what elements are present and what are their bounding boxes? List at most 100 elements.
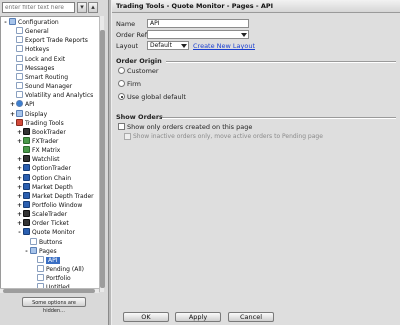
- order-origin-separator: [166, 61, 396, 63]
- tree-item[interactable]: + ScaleTrader: [16, 210, 67, 219]
- tree-item-label: FXTrader: [32, 137, 59, 145]
- tree-item-label: Sound Manager: [25, 83, 73, 91]
- expand-icon[interactable]: +: [16, 174, 23, 183]
- tree-item[interactable]: Pending (All): [30, 265, 84, 274]
- expand-icon[interactable]: +: [16, 210, 23, 219]
- name-field[interactable]: API: [147, 19, 249, 28]
- show-only-created-label[interactable]: Show only orders created on this page: [127, 123, 252, 131]
- tree-item[interactable]: + Order Ticket: [16, 219, 69, 228]
- filter-input[interactable]: [2, 2, 75, 13]
- apply-button[interactable]: Apply: [175, 312, 221, 322]
- collapse-all-icon[interactable]: ▴: [88, 2, 98, 13]
- layout-label: Layout: [116, 42, 139, 50]
- tree-item[interactable]: + Portfolio Window: [16, 201, 82, 210]
- page-icon: [16, 91, 23, 99]
- chart-icon: [23, 136, 30, 144]
- expand-icon[interactable]: +: [9, 110, 16, 119]
- create-new-layout-link[interactable]: Create New Layout: [193, 42, 255, 50]
- tree-item[interactable]: + BookTrader: [16, 127, 66, 137]
- tree-item[interactable]: + Market Depth: [16, 182, 73, 192]
- expand-icon[interactable]: +: [16, 155, 23, 164]
- tree-item[interactable]: - Configuration: [2, 18, 59, 27]
- tree-item[interactable]: + Market Depth Trader: [16, 191, 94, 201]
- page-icon: [37, 274, 44, 282]
- tree-item-label: Smart Routing: [25, 73, 69, 81]
- collapse-icon[interactable]: -: [23, 247, 30, 256]
- tree-horizontal-scrollbar[interactable]: [0, 288, 99, 293]
- show-inactive-checkbox[interactable]: [124, 133, 131, 140]
- tree-item[interactable]: Hotkeys: [9, 45, 49, 54]
- expand-icon[interactable]: +: [16, 137, 23, 146]
- ok-button[interactable]: OK: [123, 312, 169, 322]
- expand-icon[interactable]: +: [9, 100, 16, 109]
- show-only-created-checkbox[interactable]: [118, 123, 125, 130]
- tree-item[interactable]: Volatility and Analytics: [9, 91, 93, 100]
- tree-item[interactable]: Buttons: [23, 237, 63, 247]
- tree-item[interactable]: Messages: [9, 63, 54, 73]
- expand-icon[interactable]: +: [16, 128, 23, 137]
- tree-vertical-scrollbar[interactable]: [99, 16, 105, 292]
- show-inactive-label: Show inactive orders only, move active o…: [133, 133, 323, 140]
- layout-value: Default: [150, 42, 172, 49]
- tree-item-label: API: [25, 101, 35, 109]
- blue-icon: [23, 182, 30, 190]
- tree-item-label: Watchlist: [32, 156, 60, 164]
- tree-item[interactable]: Smart Routing: [9, 72, 69, 82]
- expand-icon[interactable]: +: [16, 183, 23, 192]
- tree-item[interactable]: + API: [9, 100, 35, 109]
- collapse-icon[interactable]: -: [16, 228, 23, 237]
- tree-item[interactable]: FX Matrix: [16, 146, 60, 155]
- tree-item[interactable]: + Display: [9, 109, 47, 119]
- tree-item[interactable]: General: [9, 27, 49, 36]
- customer-radio[interactable]: [118, 67, 125, 74]
- chart-icon: [23, 146, 30, 154]
- cancel-button[interactable]: Cancel: [228, 312, 274, 322]
- tree-item[interactable]: + Watchlist: [16, 155, 60, 164]
- tree-item[interactable]: + OptionTrader: [16, 164, 71, 173]
- tree-item[interactable]: Portfolio: [30, 274, 71, 283]
- tree-item-label: Pages: [39, 247, 57, 255]
- expand-icon[interactable]: +: [16, 201, 23, 210]
- firm-radio[interactable]: [118, 80, 125, 87]
- collapse-icon[interactable]: -: [9, 119, 16, 128]
- expand-icon[interactable]: +: [16, 164, 23, 173]
- tree-item[interactable]: - Quote Monitor: [16, 228, 75, 237]
- tree-item-label: Volatility and Analytics: [25, 92, 94, 100]
- firm-label[interactable]: Firm: [127, 80, 141, 88]
- expand-icon[interactable]: +: [16, 219, 23, 228]
- tree-horizontal-scroll-thumb[interactable]: [3, 289, 95, 293]
- blue-icon: [23, 173, 30, 181]
- show-orders-separator: [162, 117, 396, 119]
- hidden-options-button[interactable]: Some options are hidden...: [22, 297, 86, 314]
- tree-vertical-scroll-thumb[interactable]: [100, 30, 105, 288]
- tree-item-label: Trading Tools: [25, 119, 64, 127]
- tree-item[interactable]: + Option Chain: [16, 173, 71, 183]
- gear-icon: [16, 100, 23, 108]
- blue-icon: [23, 201, 30, 208]
- page-title: Trading Tools - Quote Monitor - Pages - …: [112, 0, 400, 13]
- dark-icon: [23, 155, 30, 163]
- tree-item[interactable]: Lock and Exit: [9, 54, 65, 64]
- folder-icon: [9, 18, 16, 25]
- tree-item-label: Order Ticket: [32, 220, 69, 228]
- expand-icon[interactable]: +: [16, 192, 23, 201]
- tree-item-label: Pending (All): [46, 266, 85, 274]
- show-orders-title: Show Orders: [116, 113, 163, 121]
- customer-label[interactable]: Customer: [127, 67, 159, 75]
- tree-item[interactable]: - Pages: [23, 246, 57, 256]
- order-ref-dropdown[interactable]: [147, 30, 249, 39]
- tree-item[interactable]: Export Trade Reports: [9, 36, 88, 45]
- page-icon: [16, 54, 23, 62]
- tree-item[interactable]: - Trading Tools: [9, 118, 64, 128]
- tree-item-label: Buttons: [39, 238, 63, 246]
- tree-item-label: Hotkeys: [25, 46, 50, 54]
- tree-item[interactable]: + FXTrader: [16, 136, 59, 146]
- expand-all-icon[interactable]: ▾: [77, 2, 87, 13]
- layout-dropdown[interactable]: Default: [147, 41, 189, 50]
- collapse-icon[interactable]: -: [2, 18, 9, 27]
- tree-item[interactable]: Sound Manager: [9, 82, 72, 91]
- tree-item[interactable]: API: [30, 255, 60, 265]
- order-ref-label: Order Ref: [116, 31, 148, 39]
- use-global-default-radio[interactable]: [118, 93, 125, 100]
- use-global-default-label[interactable]: Use global default: [127, 93, 186, 101]
